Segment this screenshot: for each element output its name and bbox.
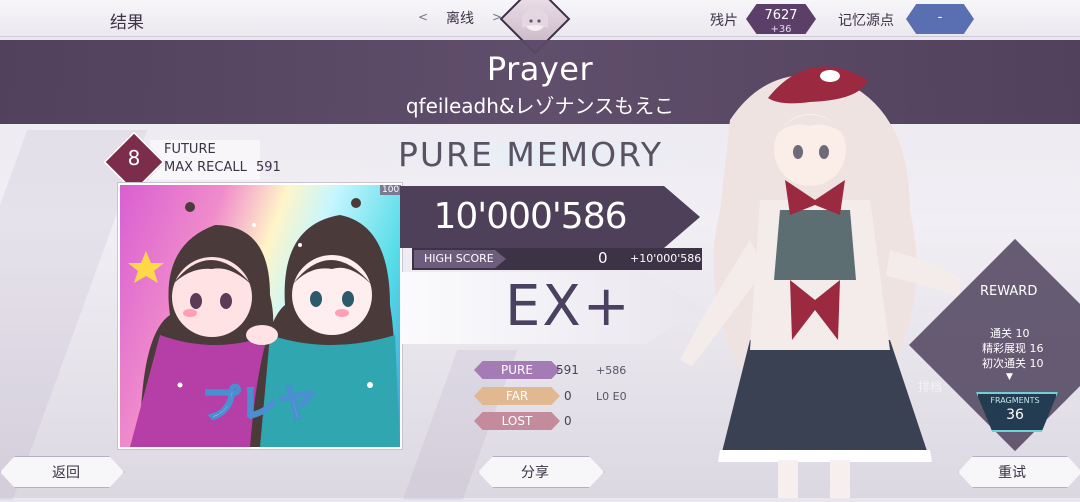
far-count: 0 [564,389,572,403]
retry-button-label: 重试 [998,465,1026,481]
high-score-label: HIGH SCORE [424,252,494,265]
fragments-reward-value: 36 [1006,407,1024,423]
reward-title: REWARD [980,284,1038,299]
svg-text:プレヤ: プレヤ [202,382,316,426]
memory-label: 记忆源点 [838,13,894,29]
pure-extra: +586 [596,364,627,377]
memory-value: - [937,10,943,25]
high-score-value: 0 [598,249,608,267]
fragments-reward-label: FRAGMENTS [990,396,1040,405]
jacket-corner-label: 100 [380,185,402,195]
clear-type: PURE MEMORY [398,135,664,174]
difficulty-level: 8 [127,146,141,170]
lost-label: LOST [501,414,533,428]
lost-count: 0 [564,414,572,428]
grade-value: EX+ [505,274,632,339]
far-label: FAR [505,389,529,403]
fragments-value: 7627 [764,8,798,23]
mode-prev-arrow[interactable]: < [418,10,428,24]
song-jacket-art: プレヤ [118,183,402,449]
max-recall-value: 591 [256,160,281,175]
jacket-illustration: プレヤ [128,198,400,447]
back-button-label: 返回 [52,465,80,481]
reward-first-clear: 初次通关 10 [982,357,1044,370]
screen-title: 结果 [110,13,144,33]
reward-excellent: 精彩展现 16 [982,342,1044,355]
reward-clear: 通关 10 [990,327,1030,340]
fragments-delta: +36 [770,24,792,35]
score-value: 10'000'586 [433,196,627,237]
rank-label: 排档 [918,380,943,394]
reward-expand-icon[interactable]: ▼ [1006,372,1013,382]
difficulty-name: FUTURE [164,142,216,157]
share-button-label: 分享 [521,465,549,481]
max-recall-label: MAX RECALL [164,160,247,175]
fragments-label: 残片 [710,13,738,29]
pure-count: 591 [556,363,579,377]
far-extra: L0 E0 [596,390,627,403]
partner-character [660,40,990,498]
pure-label: PURE [501,363,533,377]
mode-label: 离线 [446,11,474,27]
